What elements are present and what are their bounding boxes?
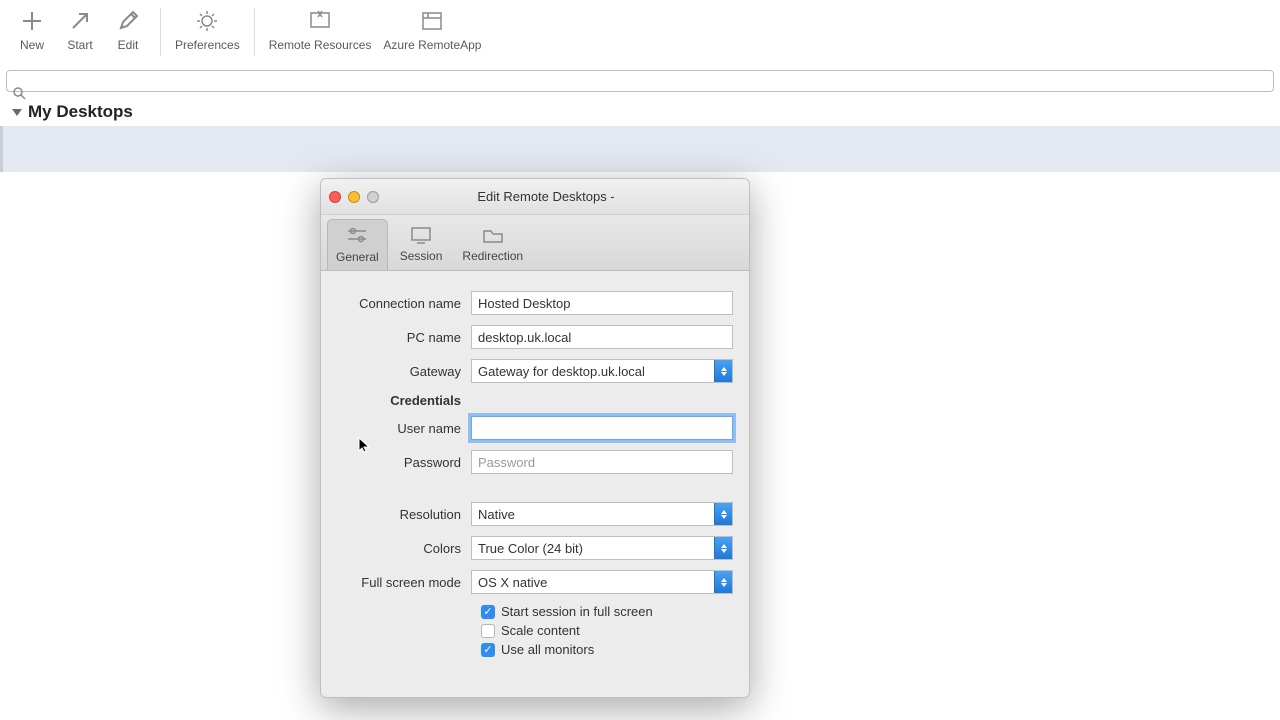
label-gateway: Gateway	[337, 364, 471, 379]
plus-icon	[17, 6, 47, 36]
remote-resources-button[interactable]: Remote Resources	[263, 6, 378, 52]
window-title: Edit Remote Desktops -	[351, 189, 741, 204]
new-button[interactable]: New	[8, 6, 56, 52]
monitor-icon	[407, 223, 435, 247]
checkbox-checked-icon: ✓	[481, 643, 495, 657]
azure-remoteapp-button[interactable]: Azure RemoteApp	[377, 6, 487, 52]
connection-name-field[interactable]	[471, 291, 733, 315]
my-desktops-header[interactable]: My Desktops	[0, 94, 1280, 126]
label-full-screen-mode: Full screen mode	[337, 575, 471, 590]
label-credentials: Credentials	[337, 393, 471, 408]
disclosure-triangle-icon[interactable]	[12, 109, 22, 116]
tab-redirection[interactable]: Redirection	[454, 219, 531, 270]
stepper-arrows-icon	[714, 537, 732, 559]
stepper-arrows-icon	[714, 360, 732, 382]
label-colors: Colors	[337, 541, 471, 556]
password-field[interactable]	[471, 450, 733, 474]
form: Connection name PC name Gateway Gateway …	[321, 271, 749, 697]
colors-select[interactable]: True Color (24 bit)	[471, 536, 733, 560]
gateway-select[interactable]: Gateway for desktop.uk.local	[471, 359, 733, 383]
window-x-icon	[305, 6, 335, 36]
sliders-icon	[343, 224, 371, 248]
toolbar-separator	[254, 8, 255, 56]
edit-remote-desktop-sheet: Edit Remote Desktops - General Session	[320, 178, 750, 698]
gear-icon	[192, 6, 222, 36]
search-input[interactable]	[6, 70, 1274, 92]
window-grid-icon	[417, 6, 447, 36]
start-full-screen-checkbox[interactable]: ✓ Start session in full screen	[481, 604, 733, 619]
folder-icon	[479, 223, 507, 247]
label-user-name: User name	[337, 421, 471, 436]
checkbox-unchecked-icon	[481, 624, 495, 638]
edit-button[interactable]: Edit	[104, 6, 152, 52]
pc-name-field[interactable]	[471, 325, 733, 349]
tab-general[interactable]: General	[327, 219, 388, 270]
stepper-arrows-icon	[714, 571, 732, 593]
tab-strip: General Session Redirection	[321, 215, 749, 271]
preferences-button[interactable]: Preferences	[169, 6, 246, 52]
stepper-arrows-icon	[714, 503, 732, 525]
toolbar: New Start Edit Preferences Remote Re	[0, 0, 1280, 68]
label-password: Password	[337, 455, 471, 470]
tab-session[interactable]: Session	[392, 219, 451, 270]
selected-desktop-row[interactable]	[0, 126, 1280, 172]
toolbar-separator	[160, 8, 161, 56]
titlebar: Edit Remote Desktops -	[321, 179, 749, 215]
user-name-field[interactable]	[471, 416, 733, 440]
use-all-monitors-checkbox[interactable]: ✓ Use all monitors	[481, 642, 733, 657]
search-wrap	[0, 68, 1280, 94]
resolution-select[interactable]: Native	[471, 502, 733, 526]
section-title: My Desktops	[28, 102, 133, 122]
label-resolution: Resolution	[337, 507, 471, 522]
close-icon[interactable]	[329, 191, 341, 203]
arrow-up-right-icon	[65, 6, 95, 36]
label-pc-name: PC name	[337, 330, 471, 345]
scale-content-checkbox[interactable]: Scale content	[481, 623, 733, 638]
pencil-icon	[113, 6, 143, 36]
start-button[interactable]: Start	[56, 6, 104, 52]
full-screen-mode-select[interactable]: OS X native	[471, 570, 733, 594]
checkbox-checked-icon: ✓	[481, 605, 495, 619]
label-connection-name: Connection name	[337, 296, 471, 311]
